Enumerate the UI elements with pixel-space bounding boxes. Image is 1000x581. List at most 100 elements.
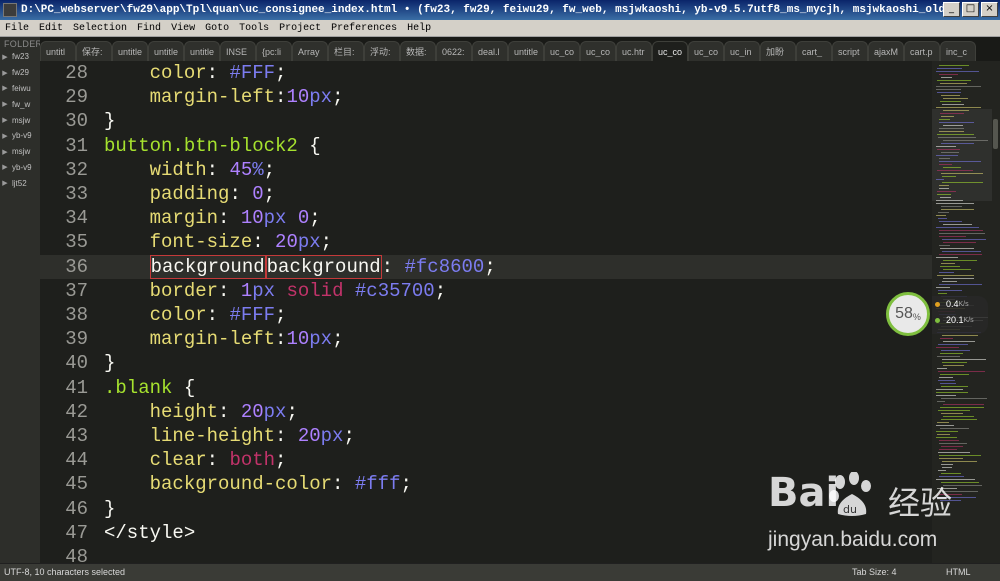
sidebar-folder[interactable]: ▶ fw29 [0, 65, 40, 81]
file-tab[interactable]: uc.htr [616, 41, 652, 61]
file-tab-label: untitle [190, 46, 215, 57]
expand-triangle-icon[interactable]: ▶ [0, 53, 10, 61]
file-tab[interactable]: INSE [220, 41, 256, 61]
scrollbar-thumb[interactable] [993, 119, 998, 149]
network-speed-widget[interactable]: 58% 0.4 K/s 20.1 K/s [886, 292, 990, 338]
menu-selection[interactable]: Selection [68, 23, 132, 34]
code-line[interactable]: 34 margin: 10px 0; [40, 206, 932, 230]
file-tab[interactable]: inc_c [940, 41, 976, 61]
menu-project[interactable]: Project [274, 23, 326, 34]
code-token: button.btn-block2 [104, 134, 298, 157]
code-line[interactable]: 43 line-height: 20px; [40, 424, 932, 448]
status-syntax[interactable]: HTML [946, 567, 971, 577]
sidebar-folder[interactable]: ▶ yb-v9 [0, 160, 40, 176]
file-tab[interactable]: 数据: [400, 41, 436, 61]
minimap-line [939, 128, 964, 129]
expand-triangle-icon[interactable]: ▶ [0, 84, 10, 92]
code-line[interactable]: 40} [40, 351, 932, 375]
file-tab[interactable]: uc_in [724, 41, 760, 61]
minimap-line [939, 245, 950, 246]
file-tab[interactable]: 保存: [76, 41, 112, 61]
menu-file[interactable]: File [0, 23, 34, 34]
code-line[interactable]: 36 background background: #fc8600; [40, 254, 932, 279]
minimap-line [941, 413, 963, 414]
minimap-line [937, 356, 960, 357]
expand-triangle-icon[interactable]: ▶ [0, 116, 10, 124]
code-line[interactable]: 31 button.btn-block2 { [40, 134, 932, 158]
file-tab[interactable]: deal.l [472, 41, 508, 61]
code-text: margin-left:10px; [104, 85, 344, 109]
file-tab[interactable]: cart.p [904, 41, 940, 61]
file-tab[interactable]: untitl [40, 41, 76, 61]
code-line[interactable]: 33 padding: 0; [40, 182, 932, 206]
minimize-button[interactable]: _ [943, 2, 960, 17]
code-line[interactable]: 39 margin-left:10px; [40, 327, 932, 351]
menu-tools[interactable]: Tools [234, 23, 274, 34]
code-line[interactable]: 38 color: #FFF; [40, 303, 932, 327]
minimap-line [941, 209, 974, 210]
code-line[interactable]: 32 width: 45%; [40, 158, 932, 182]
code-line[interactable]: 42 height: 20px; [40, 400, 932, 424]
minimap-line [942, 461, 977, 462]
file-tab-label: 栏目: [334, 47, 355, 57]
minimap-line [937, 170, 973, 171]
file-tab[interactable]: Array [292, 41, 328, 61]
sidebar-folder[interactable]: ▶ ljt52 [0, 175, 40, 191]
file-tab[interactable]: ajaxM [868, 41, 904, 61]
expand-triangle-icon[interactable]: ▶ [0, 69, 10, 77]
sidebar-folder[interactable]: ▶ fw23 [0, 49, 40, 65]
status-tab-size[interactable]: Tab Size: 4 [852, 567, 897, 577]
expand-triangle-icon[interactable]: ▶ [0, 179, 10, 187]
file-tab[interactable]: untitle [184, 41, 220, 61]
code-token: px [263, 207, 287, 230]
code-token: ; [263, 158, 276, 181]
minimap-line [942, 251, 981, 252]
menu-preferences[interactable]: Preferences [326, 23, 402, 34]
minimap-line [943, 125, 963, 126]
minimap-line [936, 155, 958, 156]
sidebar-folder[interactable]: ▶ feiwu [0, 81, 40, 97]
file-tab[interactable]: 加盼 [760, 41, 796, 61]
line-number: 43 [65, 425, 88, 447]
sidebar-folder[interactable]: ▶ fw_w [0, 96, 40, 112]
file-tab[interactable]: uc_co [544, 41, 580, 61]
code-line[interactable]: 37 border: 1px solid #c35700; [40, 279, 932, 303]
file-tab[interactable]: uc_co [688, 41, 724, 61]
menu-goto[interactable]: Goto [200, 23, 234, 34]
code-line[interactable]: 41 .blank { [40, 376, 932, 400]
file-tab[interactable]: untitle [148, 41, 184, 61]
expand-triangle-icon[interactable]: ▶ [0, 148, 10, 156]
file-tab[interactable]: script [832, 41, 868, 61]
minimap-line [937, 275, 974, 276]
file-tab[interactable]: 栏目: [328, 41, 364, 61]
line-number: 40 [65, 352, 88, 375]
code-line[interactable]: 28 color: #FFF; [40, 61, 932, 85]
code-line[interactable]: 35 font-size: 20px; [40, 230, 932, 254]
file-tab[interactable]: uc_co [580, 41, 616, 61]
sidebar-folder[interactable]: ▶ msjw [0, 144, 40, 160]
file-tab[interactable]: 浮动: [364, 41, 400, 61]
minimap-line [943, 416, 974, 417]
menu-find[interactable]: Find [132, 23, 166, 34]
code-line[interactable]: 29 margin-left:10px; [40, 85, 932, 109]
expand-triangle-icon[interactable]: ▶ [0, 132, 10, 140]
code-line[interactable]: 30} [40, 109, 932, 133]
file-tab[interactable]: cart_ [796, 41, 832, 61]
expand-triangle-icon[interactable]: ▶ [0, 163, 10, 171]
file-tab[interactable]: uc_co [652, 41, 688, 61]
menu-edit[interactable]: Edit [34, 23, 68, 34]
maximize-button[interactable]: □ [962, 2, 979, 17]
file-tab[interactable]: 0622: [436, 41, 472, 61]
expand-triangle-icon[interactable]: ▶ [0, 100, 10, 108]
code-line[interactable]: 44 clear: both; [40, 448, 932, 472]
menu-view[interactable]: View [166, 23, 200, 34]
file-tab[interactable]: untitle [112, 41, 148, 61]
sidebar-folder[interactable]: ▶ yb-v9 [0, 128, 40, 144]
file-tab[interactable]: untitle [508, 41, 544, 61]
close-button[interactable]: × [981, 2, 998, 17]
sidebar-folder[interactable]: ▶ msjw [0, 112, 40, 128]
file-tab[interactable]: {pc:li [256, 41, 292, 61]
window-title: D:\PC_webserver\fw29\app\Tpl\quan\uc_con… [21, 4, 951, 16]
menu-help[interactable]: Help [402, 23, 436, 34]
